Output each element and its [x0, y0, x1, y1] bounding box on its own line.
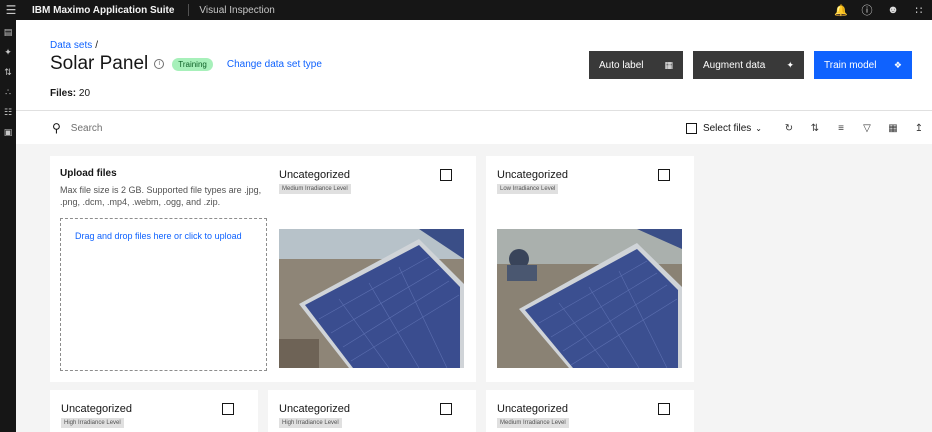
files-count-label: Files:: [50, 88, 77, 99]
reports-nav-icon[interactable]: ☷: [0, 102, 16, 122]
dropzone-text[interactable]: Drag and drop files here or click to upl…: [75, 231, 242, 241]
file-grid: Upload files Max file size is 2 GB. Supp…: [16, 144, 932, 432]
card-tag: Medium Irradiance Level: [279, 184, 351, 194]
solar-panel-image[interactable]: [279, 229, 464, 368]
file-card[interactable]: Uncategorized Medium Irradiance Level: [268, 156, 476, 382]
breadcrumb: Data sets /: [50, 40, 98, 51]
card-tag: High Irradiance Level: [279, 418, 342, 428]
status-badge: Training: [172, 57, 213, 71]
topbar-actions: 🔔 ⓘ ☻ ∷: [828, 0, 932, 20]
upload-description: Max file size is 2 GB. Supported file ty…: [60, 185, 262, 207]
switcher-icon[interactable]: ∷: [906, 0, 932, 20]
solar-panel-image[interactable]: [497, 229, 682, 368]
page-header: Data sets / Solar Panel i Training Change…: [16, 20, 932, 110]
card-checkbox[interactable]: [440, 403, 452, 415]
auto-label-button[interactable]: Auto label ▦: [589, 51, 683, 79]
filter-icon[interactable]: ▽: [854, 123, 880, 134]
card-checkbox[interactable]: [222, 403, 234, 415]
file-card[interactable]: Uncategorized Medium Irradiance Level: [486, 390, 694, 432]
column-icon[interactable]: ≡: [828, 123, 854, 134]
model-icon: ❖: [893, 59, 902, 70]
train-model-text: Train model: [824, 59, 877, 71]
card-checkbox[interactable]: [440, 169, 452, 181]
toolbar-tools: Select files ⌄ ↻ ⇅ ≡ ▽ ▦ ↥: [685, 118, 932, 138]
page-title: Solar Panel: [50, 53, 149, 74]
product-name: Visual Inspection: [199, 4, 275, 16]
card-title: Uncategorized: [61, 403, 132, 415]
brand-name[interactable]: IBM Maximo Application Suite: [22, 5, 174, 16]
search-input[interactable]: Search: [71, 123, 103, 134]
file-card[interactable]: Uncategorized High Irradiance Level: [50, 390, 258, 432]
card-title: Uncategorized: [497, 169, 568, 181]
sort-icon[interactable]: ⇅: [802, 123, 828, 134]
header-actions: Auto label ▦ Augment data ✦ Train model …: [589, 51, 912, 79]
card-title: Uncategorized: [497, 403, 568, 415]
upload-card: Upload files Max file size is 2 GB. Supp…: [50, 156, 274, 382]
upload-title: Upload files: [60, 168, 117, 179]
apps-nav-icon[interactable]: ▣: [0, 122, 16, 142]
card-tag: Medium Irradiance Level: [497, 418, 569, 428]
card-tag: Low Irradiance Level: [497, 184, 559, 194]
sparkle-icon: ✦: [786, 59, 794, 70]
title-row: Solar Panel i Training Change data set t…: [50, 53, 322, 75]
augment-data-button[interactable]: Augment data ✦: [693, 51, 804, 79]
select-files-dropdown[interactable]: Select files ⌄: [685, 122, 762, 134]
card-tag: High Irradiance Level: [61, 418, 124, 428]
files-count: Files: 20: [50, 88, 90, 99]
models-nav-icon[interactable]: ✦: [0, 42, 16, 62]
grid-view-icon[interactable]: ▦: [880, 123, 906, 134]
search-icon: ⚲: [52, 121, 61, 135]
menu-icon[interactable]: ☰: [0, 0, 22, 20]
change-dataset-type-link[interactable]: Change data set type: [227, 59, 322, 70]
augment-data-text: Augment data: [703, 59, 766, 71]
card-title: Uncategorized: [279, 169, 350, 181]
auto-label-icon: ▦: [664, 59, 673, 70]
upload-icon[interactable]: ↥: [906, 123, 932, 134]
card-checkbox[interactable]: [658, 403, 670, 415]
breadcrumb-separator: /: [95, 40, 99, 51]
top-bar: ☰ IBM Maximo Application Suite Visual In…: [0, 0, 932, 20]
user-icon[interactable]: ☻: [880, 0, 906, 20]
deploy-nav-icon[interactable]: ⇅: [0, 62, 16, 82]
help-icon[interactable]: ⓘ: [854, 0, 880, 20]
train-model-button[interactable]: Train model ❖: [814, 51, 912, 79]
select-all-checkbox[interactable]: [685, 122, 697, 134]
info-icon[interactable]: i: [154, 59, 165, 69]
file-card[interactable]: Uncategorized High Irradiance Level: [268, 390, 476, 432]
workflow-nav-icon[interactable]: ∴: [0, 82, 16, 102]
file-card[interactable]: Uncategorized Low Irradiance Level: [486, 156, 694, 382]
header-divider: [188, 4, 190, 16]
card-checkbox[interactable]: [658, 169, 670, 181]
auto-label-text: Auto label: [599, 59, 644, 71]
file-toolbar: ⚲ Search Select files ⌄ ↻ ⇅ ≡ ▽ ▦ ↥: [16, 110, 932, 144]
refresh-icon[interactable]: ↻: [776, 123, 802, 134]
side-nav: ▤ ✦ ⇅ ∴ ☷ ▣: [0, 20, 16, 432]
card-title: Uncategorized: [279, 403, 350, 415]
upload-dropzone[interactable]: Drag and drop files here or click to upl…: [60, 218, 267, 371]
search-bar[interactable]: ⚲ Search: [52, 121, 102, 135]
notification-icon[interactable]: 🔔: [828, 0, 854, 20]
files-count-value: 20: [78, 88, 91, 99]
datasets-nav-icon[interactable]: ▤: [0, 22, 16, 42]
chevron-down-icon: ⌄: [755, 123, 762, 133]
select-files-label: Select files: [702, 122, 752, 134]
breadcrumb-datasets-link[interactable]: Data sets: [50, 40, 92, 51]
